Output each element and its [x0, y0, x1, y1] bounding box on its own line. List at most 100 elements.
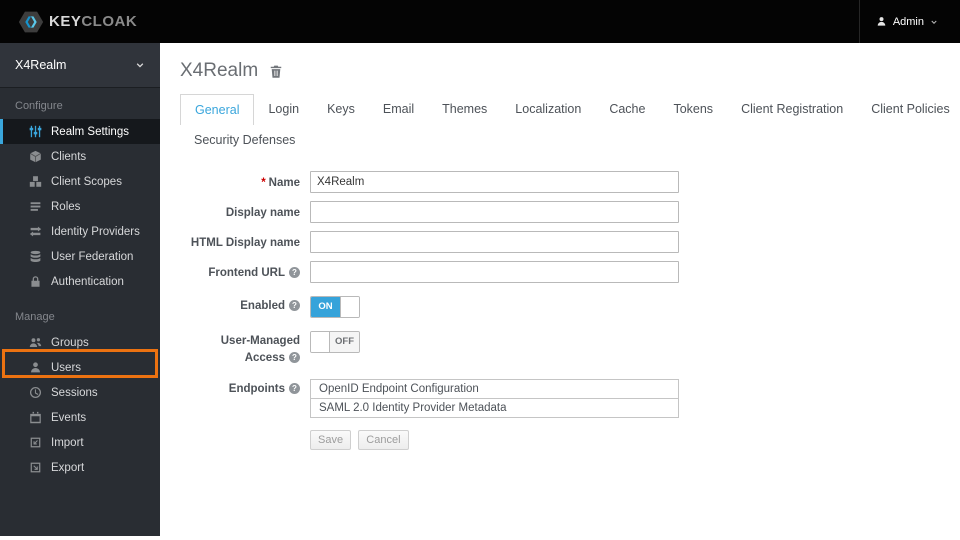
tab-client-registration[interactable]: Client Registration	[727, 94, 857, 125]
endpoints-list: OpenID Endpoint Configuration SAML 2.0 Id…	[310, 379, 679, 419]
form-row-display-name: Display name	[180, 201, 960, 223]
sidebar-item-label: Realm Settings	[51, 125, 129, 138]
tab-security-defenses[interactable]: Security Defenses	[180, 125, 309, 155]
display-name-input[interactable]	[310, 201, 679, 223]
sidebar-item-label: Users	[51, 361, 82, 374]
sidebar-item-label: Clients	[51, 150, 87, 163]
user-managed-access-toggle[interactable]: OFF	[310, 331, 360, 353]
cancel-button[interactable]: Cancel	[358, 430, 409, 451]
sidebar-item-authentication[interactable]: Authentication	[0, 269, 160, 294]
tab-keys[interactable]: Keys	[313, 94, 369, 125]
html-display-name-label: HTML Display name	[190, 237, 300, 249]
trash-icon[interactable]	[269, 64, 283, 79]
sidebar-item-user-federation[interactable]: User Federation	[0, 244, 160, 269]
sidebar: X4Realm Configure Realm Settings Clients Cl…	[0, 43, 160, 536]
required-asterisk: *	[261, 177, 266, 189]
sidebar-item-import[interactable]: Import	[0, 430, 160, 455]
keycloak-logo[interactable]: KEYCLOAK	[18, 9, 137, 35]
help-icon	[289, 383, 300, 395]
user-icon	[876, 16, 887, 27]
sidebar-item-sessions[interactable]: Sessions	[0, 380, 160, 405]
html-display-name-input[interactable]	[310, 231, 679, 253]
user-icon	[29, 361, 42, 374]
sidebar-item-label: Client Scopes	[51, 175, 122, 188]
page-title: X4Realm	[180, 60, 259, 81]
realm-settings-form: *Name Display name HTML Display name Fro…	[180, 171, 960, 451]
keycloak-logo-text: KEYCLOAK	[49, 13, 138, 30]
tab-themes[interactable]: Themes	[428, 94, 501, 125]
form-row-user-managed-access: User-Managed Access OFF	[180, 329, 960, 366]
list-icon	[29, 200, 42, 213]
endpoint-link-2[interactable]: SAML 2.0 Identity Provider Metadata	[311, 399, 678, 417]
sidebar-item-label: Authentication	[51, 275, 124, 288]
save-button[interactable]: Save	[310, 430, 352, 451]
help-icon	[289, 300, 300, 311]
chevron-down-icon	[930, 18, 938, 26]
clock-icon	[29, 386, 42, 399]
sidebar-item-clients[interactable]: Clients	[0, 144, 160, 169]
section-title-configure: Configure	[15, 100, 63, 112]
name-label: * Name	[261, 177, 300, 189]
form-row-frontend-url: Frontend URL	[180, 261, 960, 283]
tab-tokens[interactable]: Tokens	[659, 94, 727, 125]
tab-client-policies[interactable]: Client Policies	[857, 94, 960, 125]
export-icon	[29, 461, 42, 474]
form-actions-spacer	[180, 430, 300, 434]
tab-login[interactable]: Login	[254, 94, 313, 125]
sidebar-item-label: Sessions	[51, 386, 98, 399]
frontend-url-label: Frontend URL	[180, 261, 300, 282]
sidebar-item-label: Identity Providers	[51, 225, 140, 238]
help-icon	[289, 267, 300, 278]
enabled-label: Enabled	[180, 294, 300, 315]
tab-bar-row2: Security Defenses	[180, 125, 960, 155]
sliders-icon	[29, 125, 42, 138]
sidebar-item-export[interactable]: Export	[0, 455, 160, 480]
enabled-toggle[interactable]: ON	[310, 296, 360, 318]
sidebar-item-label: Events	[51, 411, 87, 424]
sidebar-item-label: Export	[51, 461, 85, 474]
import-icon	[29, 436, 42, 449]
help-icon	[289, 351, 300, 363]
form-row-name: * Name	[180, 171, 960, 193]
tab-cache[interactable]: Cache	[595, 94, 659, 125]
user-menu-label: Admin	[892, 15, 924, 28]
display-name-label: Display name	[225, 207, 300, 219]
database-icon	[29, 250, 42, 263]
top-bar: KEYCLOAK Admin	[0, 0, 960, 43]
endpoint-link-1[interactable]: OpenID Endpoint Configuration	[311, 380, 678, 400]
form-row-html-display-name: HTML Display name	[180, 231, 960, 253]
main-content: X4Realm General Login Keys Email Themes Local…	[160, 43, 960, 540]
sidebar-item-label: Roles	[51, 200, 81, 213]
tab-general[interactable]: General	[180, 94, 255, 125]
tab-bar: General Login Keys Email Themes Localization C…	[180, 94, 960, 125]
user-managed-access-label: User-Managed Access	[180, 329, 300, 366]
section-title-manage: Manage	[15, 311, 55, 323]
chevron-down-icon	[135, 60, 145, 70]
sidebar-item-realm-settings[interactable]: Realm Settings	[0, 119, 160, 144]
lock-icon	[29, 275, 42, 288]
sidebar-nav: Configure Realm Settings Clients Client Sco…	[0, 88, 160, 480]
realm-selector-label: X4Realm	[15, 58, 67, 72]
toggle-off-label: OFF	[330, 332, 359, 352]
sidebar-item-roles[interactable]: Roles	[0, 194, 160, 219]
keycloak-logo-icon	[18, 9, 44, 35]
group-icon	[29, 336, 42, 349]
sidebar-item-identity-providers[interactable]: Identity Providers	[0, 219, 160, 244]
user-menu[interactable]: Admin	[858, 0, 960, 43]
tab-localization[interactable]: Localization	[501, 94, 595, 125]
tab-email[interactable]: Email	[369, 94, 428, 125]
sidebar-item-client-scopes[interactable]: Client Scopes	[0, 169, 160, 194]
sidebar-item-label: Import	[51, 436, 84, 449]
cube-icon	[29, 150, 42, 163]
sidebar-item-groups[interactable]: Groups	[0, 330, 160, 355]
sidebar-item-events[interactable]: Events	[0, 405, 160, 430]
calendar-icon	[29, 411, 42, 424]
sidebar-item-users[interactable]: Users	[0, 355, 160, 380]
name-input[interactable]	[310, 171, 679, 193]
frontend-url-input[interactable]	[310, 261, 679, 283]
realm-selector[interactable]: X4Realm	[0, 43, 160, 88]
toggle-handle	[340, 297, 359, 317]
sidebar-item-label: Groups	[51, 336, 89, 349]
sidebar-item-label: User Federation	[51, 250, 134, 263]
form-row-enabled: Enabled ON	[180, 294, 960, 318]
